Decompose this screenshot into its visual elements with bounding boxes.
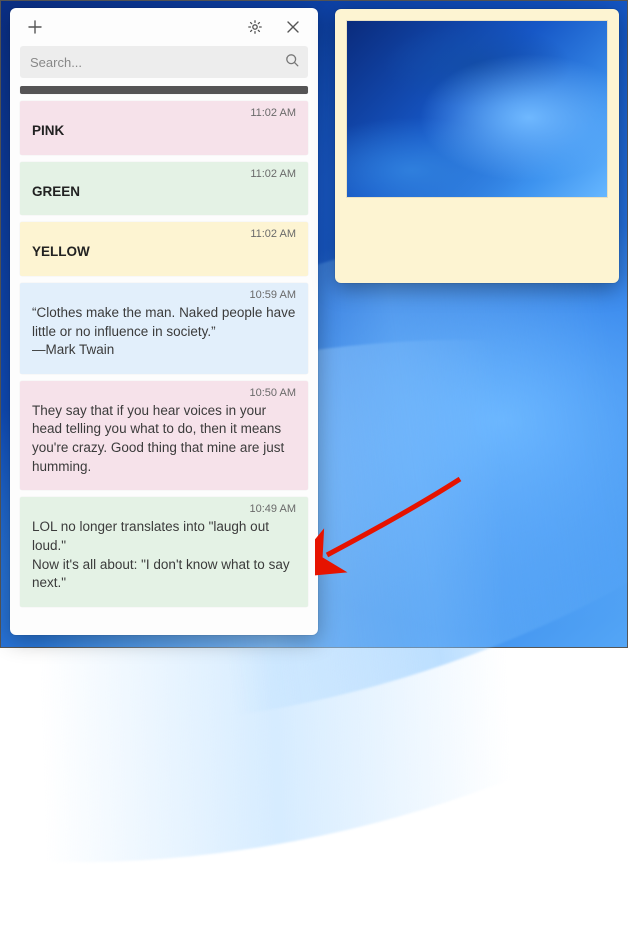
titlebar[interactable] xyxy=(10,8,318,46)
new-note-button[interactable] xyxy=(16,8,54,46)
gear-icon xyxy=(247,19,263,35)
settings-button[interactable] xyxy=(236,8,274,46)
note-card[interactable]: 11:02 AM GREEN xyxy=(20,162,308,216)
wallpaper-thumbnail xyxy=(347,21,607,197)
note-card[interactable]: 10:49 AM LOL no longer translates into "l… xyxy=(20,497,308,607)
close-button[interactable] xyxy=(274,8,312,46)
note-timestamp: 11:02 AM xyxy=(32,107,296,119)
note-card[interactable]: 11:02 AM PINK xyxy=(20,101,308,155)
note-timestamp: 10:49 AM xyxy=(32,503,296,515)
search-wrap xyxy=(20,46,308,78)
sticky-notes-list-window: 11:02 AMPINK11:02 AMGREEN11:02 AMYELLOW1… xyxy=(10,8,318,635)
note-body: GREEN xyxy=(32,183,296,202)
note-card[interactable]: 10:59 AM “Clothes make the man. Naked peo… xyxy=(20,283,308,374)
note-body: “Clothes make the man. Naked people have… xyxy=(32,304,296,360)
note-body: LOL no longer translates into "laugh out… xyxy=(32,518,296,593)
notes-list[interactable]: 11:02 AMPINK11:02 AMGREEN11:02 AMYELLOW1… xyxy=(10,86,318,635)
note-body: They say that if you hear voices in your… xyxy=(32,402,296,477)
note-body: YELLOW xyxy=(32,243,296,262)
note-timestamp: 11:02 AM xyxy=(32,168,296,180)
note-card[interactable]: 11:02 AM YELLOW xyxy=(20,222,308,276)
search-input[interactable] xyxy=(20,46,308,78)
note-body: PINK xyxy=(32,122,296,141)
note-card[interactable] xyxy=(20,86,308,94)
plus-icon xyxy=(27,19,43,35)
note-timestamp: 11:02 AM xyxy=(32,228,296,240)
note-timestamp: 10:50 AM xyxy=(32,387,296,399)
note-image[interactable] xyxy=(347,21,607,197)
close-icon xyxy=(286,20,300,34)
note-timestamp: 10:59 AM xyxy=(32,289,296,301)
open-sticky-note[interactable] xyxy=(335,9,619,283)
note-card[interactable]: 10:50 AM They say that if you hear voices… xyxy=(20,381,308,491)
